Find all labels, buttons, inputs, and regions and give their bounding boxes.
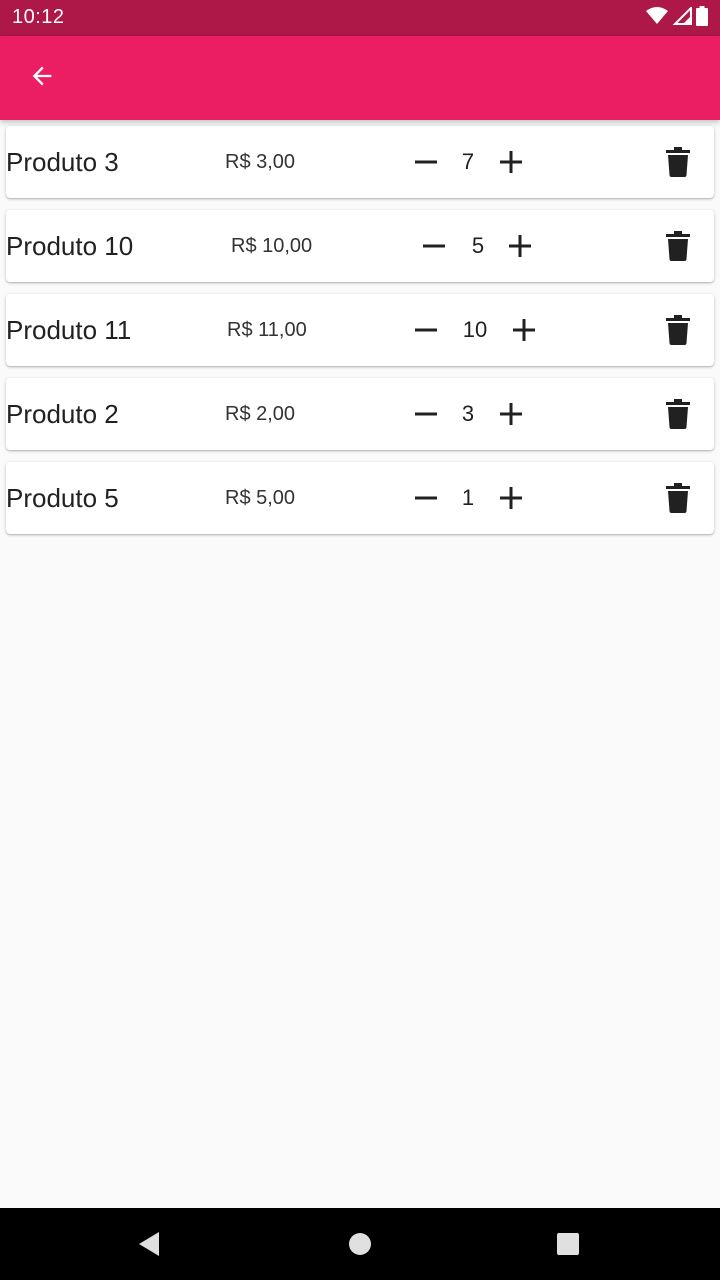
signal-icon bbox=[672, 5, 692, 30]
back-triangle-icon bbox=[139, 1232, 159, 1256]
decrease-quantity-button[interactable] bbox=[408, 480, 444, 516]
cart-item: Produto 11 R$ 11,00 10 bbox=[6, 294, 714, 366]
cart-item: Produto 5 R$ 5,00 1 bbox=[6, 462, 714, 534]
decrease-quantity-button[interactable] bbox=[408, 396, 444, 432]
product-name: Produto 10 bbox=[6, 231, 134, 261]
minus-icon bbox=[415, 160, 437, 164]
plus-icon bbox=[509, 235, 531, 257]
product-price: R$ 11,00 bbox=[227, 319, 307, 341]
quantity-value: 5 bbox=[471, 233, 485, 258]
trash-icon bbox=[666, 147, 690, 177]
minus-icon bbox=[423, 244, 445, 248]
quantity-value: 7 bbox=[461, 149, 475, 174]
decrease-quantity-button[interactable] bbox=[416, 228, 452, 264]
plus-icon bbox=[500, 151, 522, 173]
system-nav-bar bbox=[0, 1208, 720, 1280]
product-name: Produto 11 bbox=[6, 315, 132, 345]
cart-item: Produto 2 R$ 2,00 3 bbox=[6, 378, 714, 450]
plus-icon bbox=[500, 487, 522, 509]
decrease-quantity-button[interactable] bbox=[408, 312, 444, 348]
nav-back-button[interactable] bbox=[131, 1226, 167, 1262]
app-bar bbox=[0, 36, 720, 120]
wifi-icon bbox=[646, 6, 668, 30]
trash-icon bbox=[666, 399, 690, 429]
nav-recents-button[interactable] bbox=[550, 1226, 586, 1262]
product-name: Produto 3 bbox=[6, 147, 119, 177]
plus-icon bbox=[513, 319, 535, 341]
cart-item: Produto 3 R$ 3,00 7 bbox=[6, 126, 714, 198]
delete-item-button[interactable] bbox=[660, 142, 696, 182]
cart-item: Produto 10 R$ 10,00 5 bbox=[6, 210, 714, 282]
status-time: 10:12 bbox=[12, 6, 65, 28]
trash-icon bbox=[666, 315, 690, 345]
product-name: Produto 5 bbox=[6, 483, 119, 513]
product-price: R$ 5,00 bbox=[225, 487, 296, 509]
product-price: R$ 10,00 bbox=[231, 235, 313, 257]
minus-icon bbox=[415, 496, 437, 500]
product-name: Produto 2 bbox=[6, 399, 119, 429]
arrow-left-icon bbox=[28, 62, 56, 95]
increase-quantity-button[interactable] bbox=[502, 228, 538, 264]
decrease-quantity-button[interactable] bbox=[408, 144, 444, 180]
minus-icon bbox=[415, 328, 437, 332]
nav-home-button[interactable] bbox=[342, 1226, 378, 1262]
home-circle-icon bbox=[349, 1233, 371, 1255]
increase-quantity-button[interactable] bbox=[493, 396, 529, 432]
delete-item-button[interactable] bbox=[660, 478, 696, 518]
delete-item-button[interactable] bbox=[660, 226, 696, 266]
product-price: R$ 2,00 bbox=[225, 403, 296, 425]
quantity-value: 3 bbox=[461, 401, 475, 426]
increase-quantity-button[interactable] bbox=[493, 144, 529, 180]
product-price: R$ 3,00 bbox=[225, 151, 296, 173]
recents-square-icon bbox=[557, 1233, 579, 1255]
trash-icon bbox=[666, 231, 690, 261]
increase-quantity-button[interactable] bbox=[493, 480, 529, 516]
battery-icon bbox=[696, 5, 708, 31]
delete-item-button[interactable] bbox=[660, 394, 696, 434]
minus-icon bbox=[415, 412, 437, 416]
trash-icon bbox=[666, 483, 690, 513]
status-icons bbox=[646, 5, 708, 31]
increase-quantity-button[interactable] bbox=[506, 312, 542, 348]
delete-item-button[interactable] bbox=[660, 310, 696, 350]
quantity-value: 1 bbox=[461, 485, 475, 510]
quantity-value: 10 bbox=[462, 317, 488, 342]
plus-icon bbox=[500, 403, 522, 425]
back-button[interactable] bbox=[18, 54, 66, 102]
status-bar: 10:12 bbox=[0, 0, 720, 36]
